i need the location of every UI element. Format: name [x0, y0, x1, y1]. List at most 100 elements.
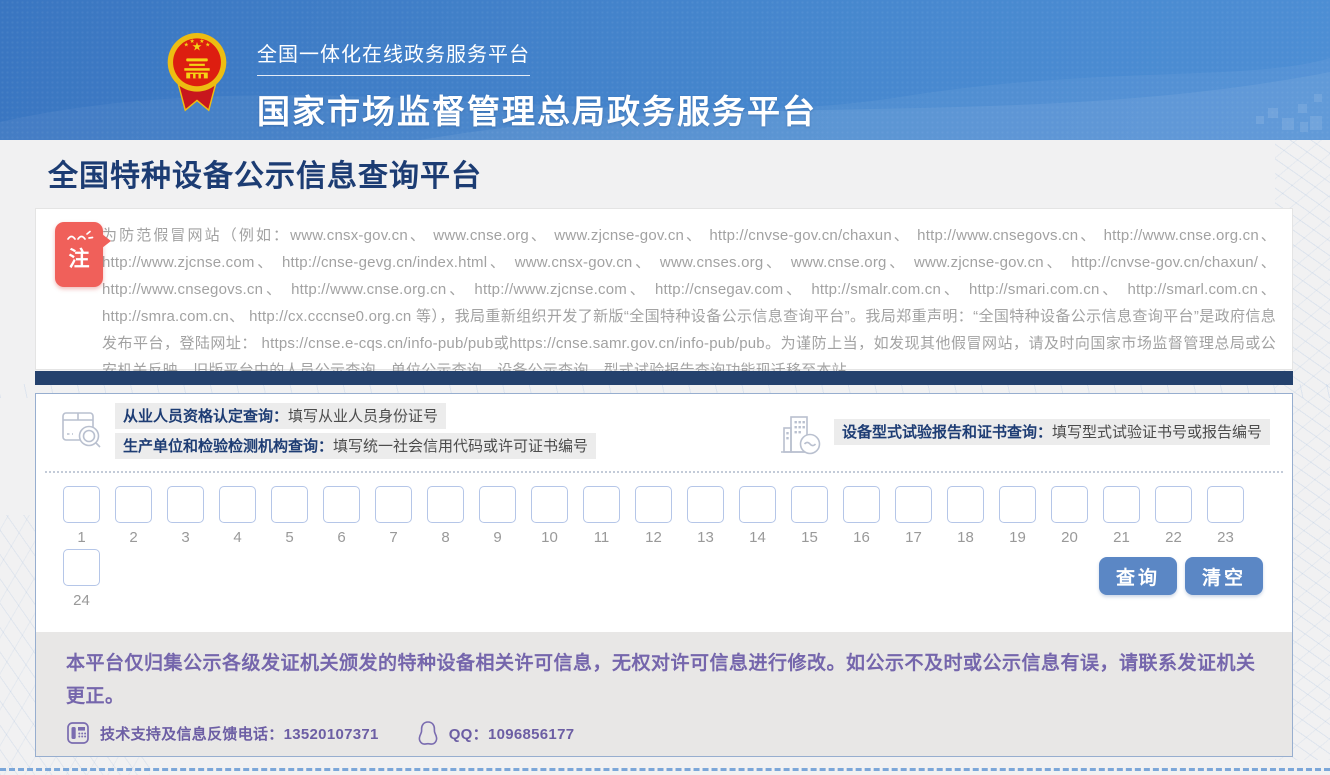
notice-badge-char: 注 — [55, 248, 103, 272]
code-box-number: 11 — [583, 529, 620, 547]
code-box-number: 21 — [1103, 529, 1140, 547]
code-box-number: 19 — [999, 529, 1036, 547]
national-emblem-icon: ★ ★ ★ ★ ★ — [165, 32, 229, 118]
wink-face-icon — [64, 229, 94, 243]
unit-query-hint: 填写统一社会信用代码或许可证书编号 — [333, 438, 588, 455]
notice-text: 为防范假冒网站（例如：www.cnsx-gov.cn、 www.cnse.org… — [102, 222, 1276, 384]
code-box-number: 16 — [843, 529, 880, 547]
code-box-cell: 8 — [427, 486, 464, 547]
code-input-box-18[interactable] — [947, 486, 984, 523]
code-box-number: 20 — [1051, 529, 1088, 547]
query-type-right-group: 设备型式试验报告和证书查询：填写型式试验证书号或报告编号 — [780, 411, 1270, 457]
code-box-cell: 16 — [843, 486, 880, 547]
panel-footer: 本平台仅归集公示各级发证机关颁发的特种设备相关许可信息，无权对许可信息进行修改。… — [36, 632, 1292, 756]
code-input-box-12[interactable] — [635, 486, 672, 523]
code-input-box-1[interactable] — [63, 486, 100, 523]
code-box-cell: 11 — [583, 486, 620, 547]
code-input-box-22[interactable] — [1155, 486, 1192, 523]
query-panel: 从业人员资格认定查询：填写从业人员身份证号 生产单位和检验检测机构查询：填写统一… — [35, 393, 1293, 757]
code-input-box-3[interactable] — [167, 486, 204, 523]
platform-title: 国家市场监督管理总局政务服务平台 — [257, 85, 817, 133]
code-input-box-7[interactable] — [375, 486, 412, 523]
svg-text:★: ★ — [184, 42, 189, 49]
code-box-number: 23 — [1207, 529, 1244, 547]
device-query-label: 设备型式试验报告和证书查询： — [842, 424, 1052, 441]
code-box-cell: 13 — [687, 486, 724, 547]
code-input-box-17[interactable] — [895, 486, 932, 523]
qq-label: QQ： — [449, 726, 488, 743]
person-query-row: 从业人员资格认定查询：填写从业人员身份证号 — [115, 403, 446, 429]
phone-number: 13520107371 — [284, 726, 379, 743]
code-input-box-5[interactable] — [271, 486, 308, 523]
code-input-box-16[interactable] — [843, 486, 880, 523]
svg-text:★: ★ — [199, 38, 204, 45]
code-box-cell: 6 — [323, 486, 360, 547]
code-input-grid: 123456789101112131415161718192021222324 — [63, 486, 1268, 610]
code-box-cell: 9 — [479, 486, 516, 547]
code-box-cell: 24 — [63, 549, 100, 610]
action-buttons: 查询 清空 — [1099, 557, 1263, 595]
code-input-box-23[interactable] — [1207, 486, 1244, 523]
platform-subtitle: 全国一体化在线政务服务平台 — [257, 38, 530, 76]
code-input-box-19[interactable] — [999, 486, 1036, 523]
device-query-hint: 填写型式试验证书号或报告编号 — [1052, 424, 1262, 441]
code-box-cell: 20 — [1051, 486, 1088, 547]
code-box-cell: 2 — [115, 486, 152, 547]
unit-query-row: 生产单位和检验检测机构查询：填写统一社会信用代码或许可证书编号 — [115, 433, 596, 459]
code-box-cell: 3 — [167, 486, 204, 547]
code-input-box-8[interactable] — [427, 486, 464, 523]
code-box-number: 7 — [375, 529, 412, 547]
person-query-hint: 填写从业人员身份证号 — [288, 408, 438, 425]
code-box-number: 13 — [687, 529, 724, 547]
code-box-number: 1 — [63, 529, 100, 547]
search-button[interactable]: 查询 — [1099, 557, 1177, 595]
code-box-number: 5 — [271, 529, 308, 547]
code-box-cell: 17 — [895, 486, 932, 547]
code-box-cell: 4 — [219, 486, 256, 547]
person-query-label: 从业人员资格认定查询： — [123, 408, 288, 425]
code-input-box-15[interactable] — [791, 486, 828, 523]
anti-fake-notice-panel: 注 为防范假冒网站（例如：www.cnsx-gov.cn、 www.cnse.o… — [35, 208, 1293, 370]
code-box-number: 12 — [635, 529, 672, 547]
building-search-icon — [780, 413, 822, 457]
code-box-cell: 1 — [63, 486, 100, 547]
package-search-icon — [58, 405, 104, 451]
code-box-number: 4 — [219, 529, 256, 547]
header-banner: ★ ★ ★ ★ ★ 全国一体化在线政务服务平台 国家市场监督管理总局政务服务平台 — [0, 0, 1330, 140]
phone-label: 技术支持及信息反馈电话： — [100, 726, 284, 743]
code-input-box-14[interactable] — [739, 486, 776, 523]
code-box-number: 22 — [1155, 529, 1192, 547]
phone-text: 技术支持及信息反馈电话：13520107371 — [100, 723, 379, 744]
code-box-number: 18 — [947, 529, 984, 547]
code-box-number: 10 — [531, 529, 568, 547]
page-title: 全国特种设备公示信息查询平台 — [48, 151, 482, 195]
code-input-box-2[interactable] — [115, 486, 152, 523]
code-box-number: 3 — [167, 529, 204, 547]
clear-button[interactable]: 清空 — [1185, 557, 1263, 595]
code-box-number: 14 — [739, 529, 776, 547]
qq-penguin-icon — [417, 720, 439, 746]
code-box-cell: 18 — [947, 486, 984, 547]
code-input-box-4[interactable] — [219, 486, 256, 523]
disclaimer-text: 本平台仅归集公示各级发证机关颁发的特种设备相关许可信息，无权对许可信息进行修改。… — [66, 647, 1262, 713]
code-input-box-21[interactable] — [1103, 486, 1140, 523]
code-input-box-6[interactable] — [323, 486, 360, 523]
code-box-cell: 7 — [375, 486, 412, 547]
code-input-box-10[interactable] — [531, 486, 568, 523]
code-box-cell: 14 — [739, 486, 776, 547]
code-box-number: 2 — [115, 529, 152, 547]
code-box-number: 6 — [323, 529, 360, 547]
code-input-box-13[interactable] — [687, 486, 724, 523]
code-box-cell: 5 — [271, 486, 308, 547]
code-box-cell: 15 — [791, 486, 828, 547]
unit-query-label: 生产单位和检验检测机构查询： — [123, 438, 333, 455]
code-box-cell: 12 — [635, 486, 672, 547]
code-input-box-24[interactable] — [63, 549, 100, 586]
code-input-box-9[interactable] — [479, 486, 516, 523]
code-input-box-11[interactable] — [583, 486, 620, 523]
code-input-box-20[interactable] — [1051, 486, 1088, 523]
header-mosaic-decor — [1254, 86, 1324, 136]
code-box-cell: 10 — [531, 486, 568, 547]
fax-phone-icon — [66, 721, 90, 745]
code-box-cell: 22 — [1155, 486, 1192, 547]
